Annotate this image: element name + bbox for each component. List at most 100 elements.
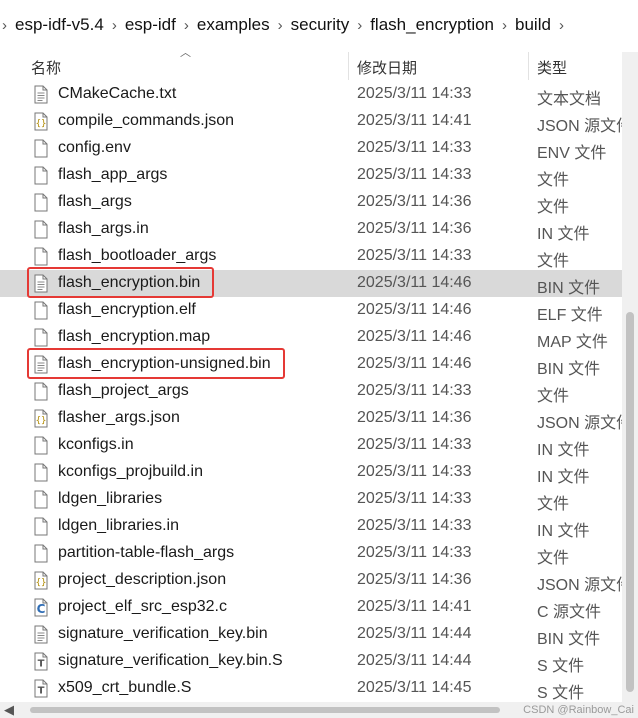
file-type: ELF 文件 xyxy=(537,307,603,324)
file-type: 文件 xyxy=(537,496,570,513)
file-row[interactable]: flash_encryption.bin 2025/3/11 14:46 BIN 文… xyxy=(0,270,622,297)
svg-text:{}: {} xyxy=(36,119,47,129)
file-row[interactable]: flash_encryption-unsigned.bin 2025/3/11 1… xyxy=(0,351,622,378)
file-name: ldgen_libraries.in xyxy=(58,517,179,534)
file-row[interactable]: flash_encryption.map 2025/3/11 14:46 MAP 文… xyxy=(0,324,622,351)
file-name: flash_app_args xyxy=(58,166,168,183)
column-header-name[interactable]: 名称 xyxy=(31,57,61,78)
file-modified-date: 2025/3/11 14:44 xyxy=(357,652,472,669)
file-modified-date: 2025/3/11 14:46 xyxy=(357,301,472,318)
file-row[interactable]: flash_args 2025/3/11 14:36 文件 xyxy=(0,189,622,216)
file-row[interactable]: ldgen_libraries.in 2025/3/11 14:33 IN 文件 xyxy=(0,513,622,540)
breadcrumb-item[interactable]: esp-idf-v5.4 xyxy=(15,13,104,37)
file-modified-date: 2025/3/11 14:33 xyxy=(357,544,472,561)
file-name: compile_commands.json xyxy=(58,112,235,129)
vertical-scrollbar[interactable] xyxy=(622,52,638,702)
file-row[interactable]: partition-table-flash_args 2025/3/11 14:3… xyxy=(0,540,622,567)
file-name: kconfigs.in xyxy=(58,436,134,453)
file-type: 文件 xyxy=(537,199,570,216)
breadcrumb-item[interactable]: security xyxy=(291,13,350,37)
file-row[interactable]: ldgen_libraries 2025/3/11 14:33 文件 xyxy=(0,486,622,513)
text-document-icon xyxy=(33,85,49,104)
svg-text:T: T xyxy=(38,659,45,670)
file-row[interactable]: flash_project_args 2025/3/11 14:33 文件 xyxy=(0,378,622,405)
column-header: ︿ 名称 修改日期 类型 xyxy=(0,47,622,80)
column-header-date[interactable]: 修改日期 xyxy=(357,57,417,78)
file-row[interactable]: kconfigs_projbuild.in 2025/3/11 14:33 IN 文… xyxy=(0,459,622,486)
file-name: flash_encryption.bin xyxy=(58,274,201,291)
file-modified-date: 2025/3/11 14:33 xyxy=(357,517,472,534)
breadcrumb-item[interactable]: examples xyxy=(197,13,270,37)
file-row[interactable]: flash_app_args 2025/3/11 14:33 文件 xyxy=(0,162,622,189)
file-row[interactable]: flash_args.in 2025/3/11 14:36 IN 文件 xyxy=(0,216,622,243)
c-source-icon: C xyxy=(33,598,49,617)
watermark: CSDN @Rainbow_Cai xyxy=(523,704,634,716)
blank-file-icon xyxy=(33,301,49,320)
file-name: partition-table-flash_args xyxy=(58,544,235,561)
file-type: S 文件 xyxy=(537,685,585,702)
chevron-right-icon[interactable]: › xyxy=(278,17,283,34)
chevron-right-icon[interactable]: › xyxy=(559,17,564,34)
text-document-icon xyxy=(33,625,49,644)
column-divider[interactable] xyxy=(528,52,529,80)
file-row[interactable]: Cproject_elf_src_esp32.c 2025/3/11 14:41 C… xyxy=(0,594,622,621)
s-file-icon: T xyxy=(33,652,49,671)
svg-text:{}: {} xyxy=(36,578,47,588)
file-type: JSON 源文件 xyxy=(537,415,633,432)
horizontal-scroll-thumb[interactable] xyxy=(30,707,500,713)
file-type: IN 文件 xyxy=(537,442,590,459)
chevron-right-icon[interactable]: › xyxy=(357,17,362,34)
breadcrumb-item[interactable]: esp-idf xyxy=(125,13,176,37)
column-header-type[interactable]: 类型 xyxy=(537,57,567,78)
file-modified-date: 2025/3/11 14:33 xyxy=(357,490,472,507)
file-row[interactable]: Tsignature_verification_key.bin.S 2025/3/… xyxy=(0,648,622,675)
file-type: S 文件 xyxy=(537,658,585,675)
file-name: flash_encryption.map xyxy=(58,328,211,345)
chevron-right-icon[interactable]: › xyxy=(184,17,189,34)
text-document-icon xyxy=(33,274,49,293)
file-name: signature_verification_key.bin.S xyxy=(58,652,283,669)
breadcrumb-item[interactable]: flash_encryption xyxy=(370,13,494,37)
file-type: ENV 文件 xyxy=(537,145,607,162)
file-row[interactable]: kconfigs.in 2025/3/11 14:33 IN 文件 xyxy=(0,432,622,459)
file-type: IN 文件 xyxy=(537,469,590,486)
file-modified-date: 2025/3/11 14:33 xyxy=(357,247,472,264)
file-type: MAP 文件 xyxy=(537,334,608,351)
file-row[interactable]: flash_encryption.elf 2025/3/11 14:46 ELF 文… xyxy=(0,297,622,324)
file-row[interactable]: {} compile_commands.json 2025/3/11 14:41 JS… xyxy=(0,108,632,135)
blank-file-icon xyxy=(33,382,49,401)
file-type: BIN 文件 xyxy=(537,280,601,297)
svg-text:T: T xyxy=(38,686,45,697)
scroll-left-icon[interactable]: ◀ xyxy=(4,702,14,718)
svg-text:C: C xyxy=(37,602,46,616)
file-modified-date: 2025/3/11 14:33 xyxy=(357,166,472,183)
file-type: 文件 xyxy=(537,388,570,405)
file-modified-date: 2025/3/11 14:36 xyxy=(357,193,472,210)
file-name: signature_verification_key.bin xyxy=(58,625,268,642)
file-row[interactable]: CMakeCache.txt 2025/3/11 14:33 文本文档 xyxy=(0,81,622,108)
vertical-scroll-thumb[interactable] xyxy=(626,312,634,692)
file-row[interactable]: signature_verification_key.bin 2025/3/11 … xyxy=(0,621,622,648)
file-name: x509_crt_bundle.S xyxy=(58,679,192,696)
file-type: JSON 源文件 xyxy=(537,118,633,135)
chevron-right-icon[interactable]: › xyxy=(2,17,7,34)
breadcrumb-item[interactable]: build xyxy=(515,13,551,37)
blank-file-icon xyxy=(33,436,49,455)
file-modified-date: 2025/3/11 14:33 xyxy=(357,382,472,399)
file-modified-date: 2025/3/11 14:36 xyxy=(357,571,472,588)
blank-file-icon xyxy=(33,463,49,482)
chevron-right-icon[interactable]: › xyxy=(502,17,507,34)
file-name: ldgen_libraries xyxy=(58,490,163,507)
file-row[interactable]: {} project_description.json 2025/3/11 14:3… xyxy=(0,567,632,594)
file-modified-date: 2025/3/11 14:33 xyxy=(357,85,472,102)
json-file-icon: {} xyxy=(33,112,49,131)
chevron-right-icon[interactable]: › xyxy=(112,17,117,34)
file-name: flasher_args.json xyxy=(58,409,180,426)
file-row[interactable]: {} flasher_args.json 2025/3/11 14:36 JSON 源… xyxy=(0,405,632,432)
file-row[interactable]: flash_bootloader_args 2025/3/11 14:33 文件 xyxy=(0,243,622,270)
file-row[interactable]: Tx509_crt_bundle.S 2025/3/11 14:45 S 文件 xyxy=(0,675,622,702)
file-modified-date: 2025/3/11 14:45 xyxy=(357,679,472,696)
column-divider[interactable] xyxy=(348,52,349,80)
file-row[interactable]: config.env 2025/3/11 14:33 ENV 文件 xyxy=(0,135,622,162)
blank-file-icon xyxy=(33,139,49,158)
